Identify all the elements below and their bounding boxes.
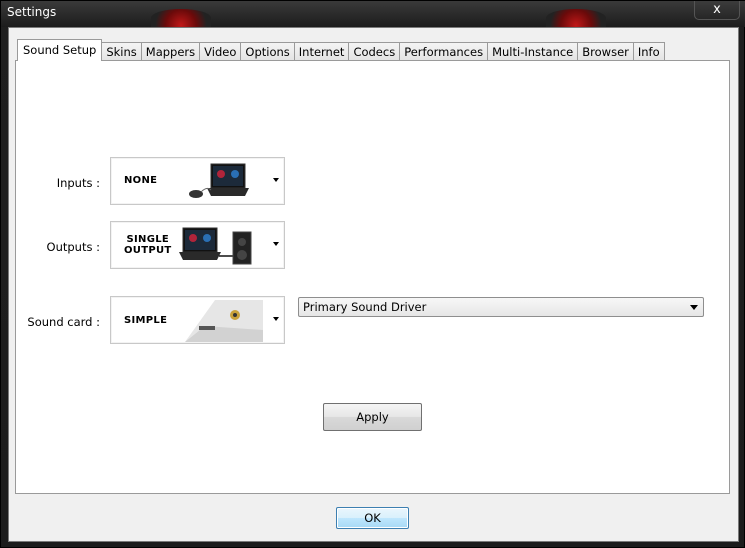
tab-mappers[interactable]: Mappers: [140, 42, 201, 61]
title-bar[interactable]: Settings x: [1, 1, 745, 27]
sound-driver-dropdown[interactable]: Primary Sound Driver: [298, 297, 704, 317]
tab-browser[interactable]: Browser: [577, 42, 634, 61]
inputs-value: NONE: [124, 175, 158, 186]
outputs-picker[interactable]: SINGLE OUTPUT: [110, 221, 285, 269]
laptop-with-speaker-icon: [179, 227, 252, 265]
inputs-label: Inputs :: [56, 176, 100, 190]
settings-window: Settings x Sound Setup Skins Mappers Vid…: [0, 0, 745, 548]
window-title: Settings: [7, 5, 57, 19]
inputs-picker[interactable]: NONE: [110, 157, 285, 205]
apply-button[interactable]: Apply: [323, 403, 422, 431]
outputs-label: Outputs :: [46, 240, 100, 254]
tab-internet[interactable]: Internet: [293, 42, 350, 61]
sound-card-label: Sound card :: [27, 315, 100, 329]
tab-strip: Sound Setup Skins Mappers Video Options …: [17, 39, 665, 61]
sound-driver-selected: Primary Sound Driver: [303, 300, 427, 314]
chevron-down-icon: [273, 317, 279, 321]
laptop-with-mouse-icon: [189, 163, 249, 198]
dialog-client-area: Sound Setup Skins Mappers Video Options …: [8, 27, 739, 542]
tab-codecs[interactable]: Codecs: [348, 42, 401, 61]
title-bar-decoration: [151, 9, 211, 27]
outputs-value-line2: OUTPUT: [124, 245, 172, 256]
tab-video[interactable]: Video: [199, 42, 242, 61]
close-icon: x: [713, 2, 721, 17]
chevron-down-icon: [273, 242, 279, 246]
chevron-down-icon: [690, 305, 698, 310]
tab-multi-instance[interactable]: Multi-Instance: [487, 42, 579, 61]
ok-button[interactable]: OK: [336, 507, 409, 529]
tab-performances[interactable]: Performances: [399, 42, 489, 61]
close-button[interactable]: x: [694, 1, 740, 20]
chevron-down-icon: [273, 178, 279, 182]
sound-card-value: SIMPLE: [124, 315, 168, 326]
title-bar-decoration: [546, 9, 606, 27]
tab-sound-setup[interactable]: Sound Setup: [17, 39, 103, 61]
tab-info[interactable]: Info: [632, 42, 665, 61]
laptop-audio-jack-icon: [185, 300, 263, 342]
outputs-value-line1: SINGLE: [126, 234, 170, 245]
sound-setup-panel: Inputs : NONE Outputs : SINGLE OUTPUT So…: [15, 60, 730, 494]
outputs-value: SINGLE OUTPUT: [124, 234, 172, 256]
sound-card-picker[interactable]: SIMPLE: [110, 296, 285, 344]
tab-skins[interactable]: Skins: [101, 42, 142, 61]
tab-options[interactable]: Options: [240, 42, 295, 61]
